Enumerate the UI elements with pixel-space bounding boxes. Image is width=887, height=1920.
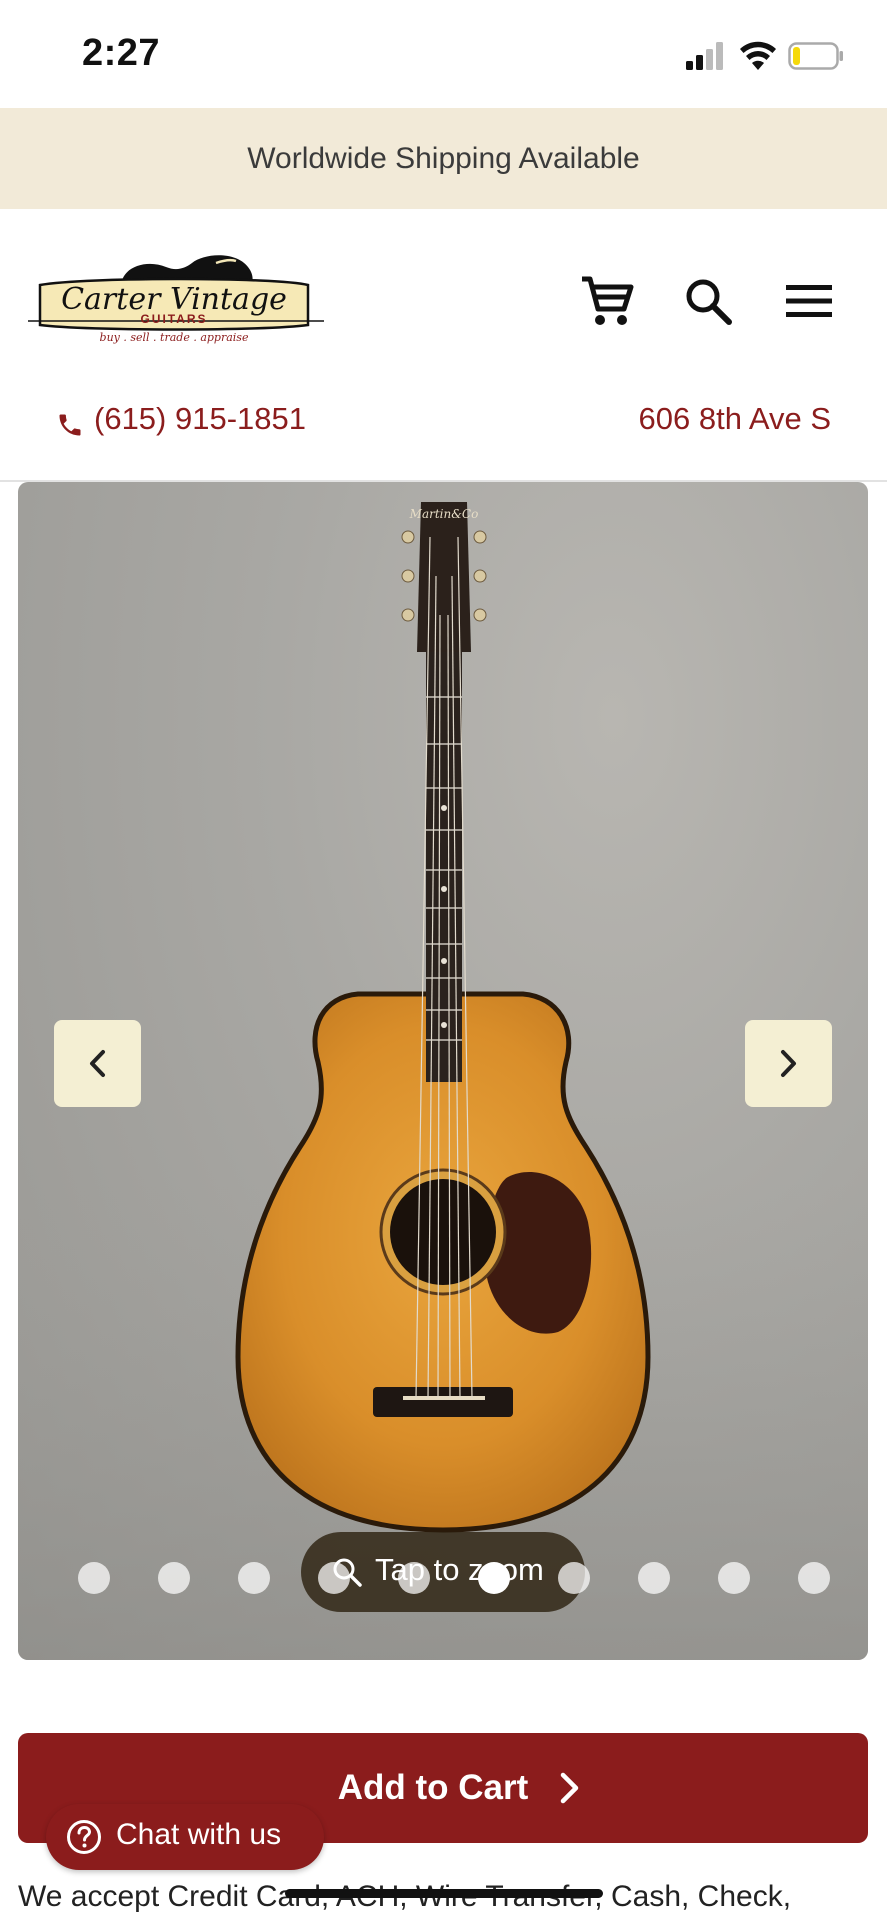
chevron-left-icon <box>90 1050 105 1077</box>
chevron-right-icon <box>560 1772 579 1804</box>
guitar-product-image[interactable]: Martin&Co <box>18 482 868 1660</box>
gallery-dot[interactable] <box>238 1562 270 1594</box>
product-image-gallery[interactable]: Martin&Co Tap to zoom <box>18 482 868 1660</box>
signal-icon <box>686 42 723 70</box>
home-indicator[interactable] <box>285 1889 603 1898</box>
gallery-dot[interactable] <box>558 1562 590 1594</box>
chat-with-us-button[interactable]: Chat with us <box>46 1804 324 1870</box>
cart-icon[interactable] <box>580 275 634 327</box>
gallery-dot[interactable] <box>318 1562 350 1594</box>
phone-icon[interactable] <box>56 411 84 439</box>
headstock-brand: Martin&Co <box>409 507 479 521</box>
contact-row: (615) 915-1851 606 8th Ave S <box>0 379 887 482</box>
previous-image-button[interactable] <box>54 1020 141 1107</box>
menu-icon[interactable] <box>786 283 832 319</box>
chat-with-us-label: Chat with us <box>116 1818 282 1851</box>
help-icon <box>67 1820 101 1854</box>
search-icon[interactable] <box>684 277 732 325</box>
site-header: Carter Vintage GUITARS buy . sell . trad… <box>0 209 887 379</box>
svg-text:buy . sell . trade . appraise: buy . sell . trade . appraise <box>100 331 249 344</box>
shipping-banner-text: Worldwide Shipping Available <box>247 142 640 175</box>
chevron-right-icon <box>781 1050 796 1077</box>
gallery-dot[interactable] <box>718 1562 750 1594</box>
status-time: 2:27 <box>82 32 161 74</box>
battery-icon <box>788 42 843 70</box>
gallery-dot[interactable] <box>478 1562 510 1594</box>
status-bar: 2:27 <box>0 0 887 108</box>
gallery-dot[interactable] <box>158 1562 190 1594</box>
wifi-icon <box>740 41 776 70</box>
phone-number-link[interactable]: (615) 915-1851 <box>94 401 306 437</box>
next-image-button[interactable] <box>745 1020 832 1107</box>
gallery-dot[interactable] <box>398 1562 430 1594</box>
svg-text:GUITARS: GUITARS <box>140 312 207 326</box>
gallery-dot[interactable] <box>78 1562 110 1594</box>
carter-vintage-logo[interactable]: Carter Vintage GUITARS buy . sell . trad… <box>26 245 326 351</box>
address-link[interactable]: 606 8th Ave S <box>639 401 831 437</box>
gallery-dot[interactable] <box>638 1562 670 1594</box>
gallery-dot[interactable] <box>798 1562 830 1594</box>
shipping-banner: Worldwide Shipping Available <box>0 108 887 209</box>
